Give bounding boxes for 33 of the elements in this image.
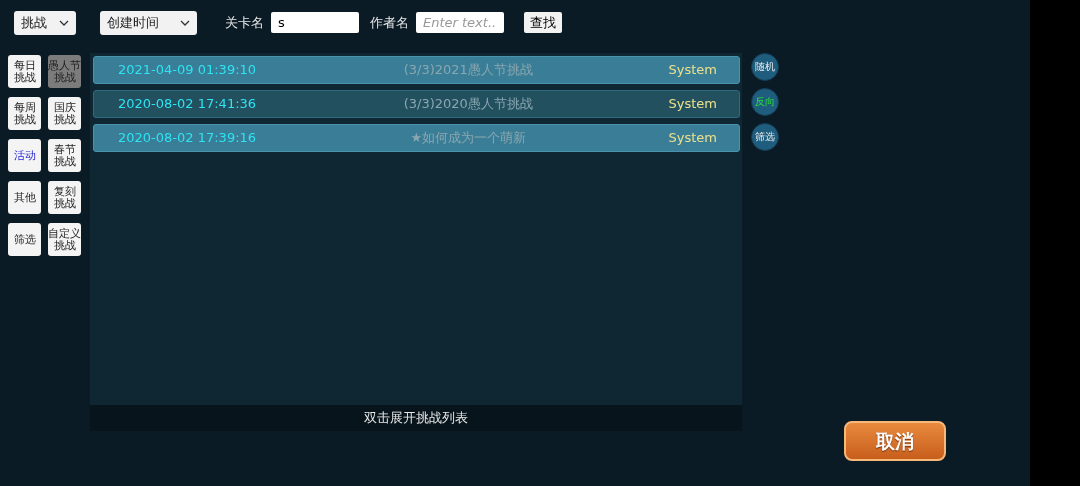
- category-button[interactable]: 复刻挑战: [48, 181, 81, 214]
- author-name: System: [668, 129, 717, 148]
- challenge-title: (3/3)2021愚人节挑战: [402, 61, 534, 80]
- category-button[interactable]: 愚人节挑战: [48, 55, 81, 88]
- level-name-field[interactable]: s: [271, 12, 359, 33]
- search-button[interactable]: 查找: [524, 12, 562, 33]
- category-button[interactable]: 筛选: [8, 223, 41, 256]
- sort-dropdown[interactable]: 创建时间: [100, 11, 197, 35]
- created-time: 2020-08-02 17:39:16: [118, 129, 258, 148]
- category-button[interactable]: 每日挑战: [8, 55, 41, 88]
- round-button[interactable]: 筛选: [751, 123, 779, 151]
- created-time: 2020-08-02 17:41:36: [118, 95, 258, 114]
- round-button[interactable]: 随机: [751, 53, 779, 81]
- category-button[interactable]: 其他: [8, 181, 41, 214]
- author-name: System: [668, 95, 717, 114]
- mode-dropdown[interactable]: 挑战: [14, 11, 76, 35]
- created-time: 2021-04-09 01:39:10: [118, 61, 258, 80]
- challenge-row[interactable]: 2020-08-02 17:41:36 (3/3)2020愚人节挑战 System: [93, 90, 740, 118]
- chevron-icon: [180, 20, 190, 26]
- list-hint: 双击展开挑战列表: [90, 405, 742, 431]
- round-button[interactable]: 反向: [751, 88, 779, 116]
- challenge-title: (3/3)2020愚人节挑战: [402, 95, 534, 114]
- author-name: System: [668, 61, 717, 80]
- category-button[interactable]: 每周挑战: [8, 97, 41, 130]
- category-button[interactable]: 春节挑战: [48, 139, 81, 172]
- category-button[interactable]: 国庆挑战: [48, 97, 81, 130]
- author-name-label: 作者名: [370, 14, 409, 32]
- category-button[interactable]: 自定义挑战: [48, 223, 81, 256]
- chevron-icon: [59, 20, 69, 26]
- author-name-field[interactable]: Enter text...: [416, 12, 504, 33]
- category-button[interactable]: 活动: [8, 139, 41, 172]
- challenge-row[interactable]: 2021-04-09 01:39:10 (3/3)2021愚人节挑战 System: [93, 56, 740, 84]
- level-name-label: 关卡名: [225, 14, 264, 32]
